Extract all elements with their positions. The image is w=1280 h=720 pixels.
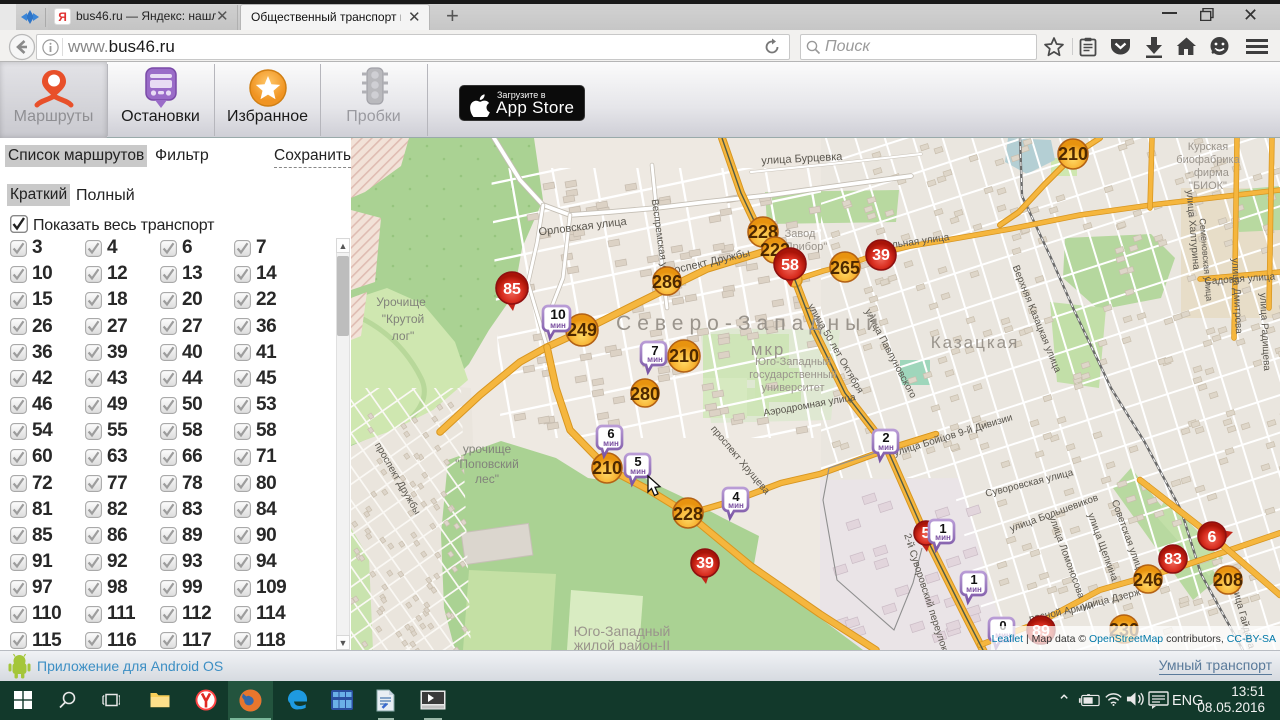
svg-text:Юго-Западный: Юго-Западный	[755, 356, 831, 368]
svg-text:208: 208	[1213, 570, 1243, 590]
svg-text:Казацкая: Казацкая	[931, 333, 1020, 352]
svg-text:39: 39	[872, 247, 890, 264]
svg-text:58: 58	[781, 257, 799, 274]
svg-text:280: 280	[630, 384, 660, 404]
svg-text:210: 210	[592, 458, 622, 478]
svg-text:228: 228	[673, 504, 703, 524]
svg-text:мин: мин	[550, 321, 566, 330]
svg-text:мин: мин	[966, 585, 982, 594]
svg-text:мин: мин	[935, 533, 951, 542]
svg-text:210: 210	[669, 346, 699, 366]
svg-text:мин: мин	[647, 355, 663, 364]
svg-text:биофабрика: биофабрика	[1176, 154, 1240, 166]
svg-text:мин: мин	[878, 443, 894, 452]
svg-text:лог": лог"	[392, 329, 414, 343]
svg-text:10: 10	[550, 306, 566, 322]
svg-text:85: 85	[503, 281, 521, 298]
svg-text:39: 39	[696, 555, 714, 572]
svg-text:мин: мин	[630, 467, 646, 476]
svg-text:Завод: Завод	[785, 228, 816, 240]
svg-text:265: 265	[830, 258, 860, 278]
svg-text:мин: мин	[603, 439, 619, 448]
svg-text:лес": лес"	[475, 472, 499, 486]
svg-text:Leaflet | Map data © OpenStree: Leaflet | Map data © OpenStreetMap contr…	[992, 633, 1276, 645]
svg-text:Урочище: Урочище	[376, 295, 426, 309]
svg-text:6: 6	[1208, 529, 1217, 546]
svg-text:249: 249	[567, 320, 597, 340]
svg-text:Северо-Западный: Северо-Западный	[616, 312, 884, 335]
svg-text:286: 286	[652, 272, 682, 292]
svg-text:83: 83	[1164, 551, 1182, 568]
svg-text:- фирма: - фирма	[1187, 167, 1230, 179]
svg-text:Курская: Курская	[1188, 141, 1229, 153]
svg-text:"Поповский: "Поповский	[455, 457, 519, 471]
svg-text:"Крутой: "Крутой	[382, 312, 425, 326]
svg-text:мин: мин	[728, 501, 744, 510]
svg-text:246: 246	[1133, 570, 1163, 590]
svg-text:жилой район-II: жилой район-II	[574, 637, 670, 650]
svg-text:урочище: урочище	[463, 442, 512, 456]
svg-text:университет: университет	[761, 382, 824, 394]
svg-text:"БИОК": "БИОК"	[1189, 180, 1227, 192]
svg-text:государственный: государственный	[749, 369, 837, 381]
svg-text:210: 210	[1058, 144, 1088, 164]
